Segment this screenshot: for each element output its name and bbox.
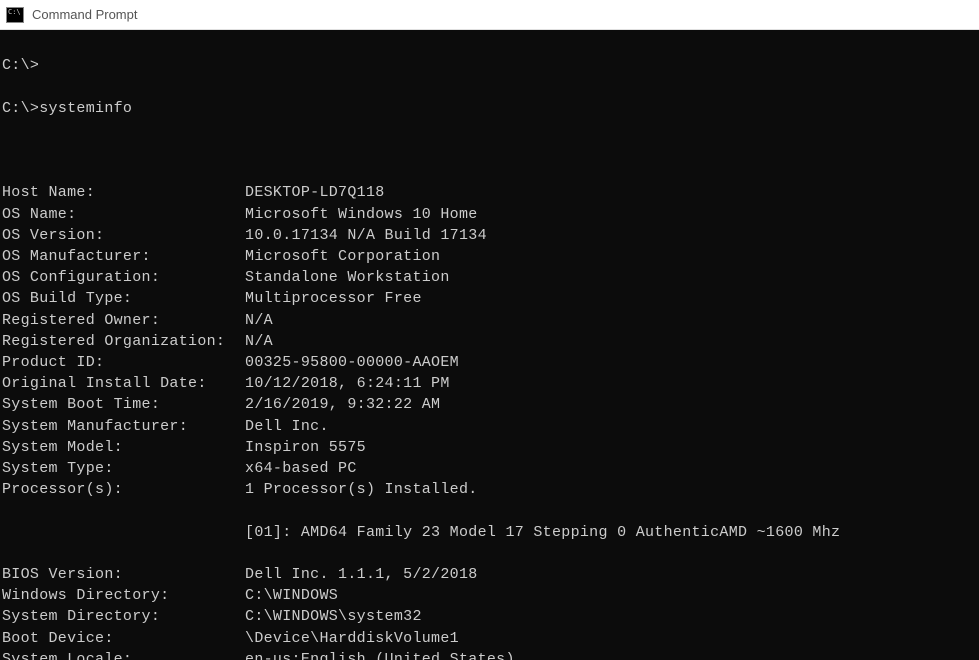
info-value: C:\WINDOWS\system32: [245, 606, 977, 627]
info-label: OS Version:: [2, 225, 245, 246]
titlebar[interactable]: Command Prompt: [0, 0, 979, 30]
info-row: OS Name:Microsoft Windows 10 Home: [2, 204, 977, 225]
info-row: System Locale:en-us;English (United Stat…: [2, 649, 977, 660]
info-value: \Device\HarddiskVolume1: [245, 628, 977, 649]
info-row: Boot Device:\Device\HarddiskVolume1: [2, 628, 977, 649]
systeminfo-rows-2: BIOS Version:Dell Inc. 1.1.1, 5/2/2018Wi…: [2, 564, 977, 660]
info-label: OS Build Type:: [2, 288, 245, 309]
info-label: System Model:: [2, 437, 245, 458]
info-row: OS Configuration:Standalone Workstation: [2, 267, 977, 288]
info-row: System Directory:C:\WINDOWS\system32: [2, 606, 977, 627]
info-label: OS Name:: [2, 204, 245, 225]
info-row: System Type:x64-based PC: [2, 458, 977, 479]
processor-detail-row: [01]: AMD64 Family 23 Model 17 Stepping …: [2, 522, 977, 543]
info-row: Original Install Date:10/12/2018, 6:24:1…: [2, 373, 977, 394]
info-row: System Boot Time:2/16/2019, 9:32:22 AM: [2, 394, 977, 415]
info-label: System Locale:: [2, 649, 245, 660]
blank-line: [2, 140, 977, 161]
prompt-line-1: C:\>: [2, 55, 39, 76]
info-row: BIOS Version:Dell Inc. 1.1.1, 5/2/2018: [2, 564, 977, 585]
info-row: OS Manufacturer:Microsoft Corporation: [2, 246, 977, 267]
info-value: DESKTOP-LD7Q118: [245, 182, 977, 203]
info-label: Processor(s):: [2, 479, 245, 500]
processor-detail: [01]: AMD64 Family 23 Model 17 Stepping …: [245, 522, 840, 543]
info-label: BIOS Version:: [2, 564, 245, 585]
info-value: Microsoft Windows 10 Home: [245, 204, 977, 225]
info-label: System Manufacturer:: [2, 416, 245, 437]
info-value: Microsoft Corporation: [245, 246, 977, 267]
info-row: Registered Organization:N/A: [2, 331, 977, 352]
info-label: System Directory:: [2, 606, 245, 627]
info-label: Original Install Date:: [2, 373, 245, 394]
info-value: 10.0.17134 N/A Build 17134: [245, 225, 977, 246]
info-value: N/A: [245, 310, 977, 331]
info-label: Windows Directory:: [2, 585, 245, 606]
window-title: Command Prompt: [32, 7, 137, 22]
info-label: Registered Owner:: [2, 310, 245, 331]
terminal-output[interactable]: C:\> C:\>systeminfo Host Name:DESKTOP-LD…: [0, 30, 979, 660]
info-row: Processor(s):1 Processor(s) Installed.: [2, 479, 977, 500]
info-value: 00325-95800-00000-AAOEM: [245, 352, 977, 373]
info-row: Registered Owner:N/A: [2, 310, 977, 331]
info-value: Multiprocessor Free: [245, 288, 977, 309]
info-value: Dell Inc.: [245, 416, 977, 437]
info-label: System Type:: [2, 458, 245, 479]
cmd-icon: [6, 7, 24, 23]
info-row: OS Version:10.0.17134 N/A Build 17134: [2, 225, 977, 246]
info-label: OS Manufacturer:: [2, 246, 245, 267]
info-label: Boot Device:: [2, 628, 245, 649]
info-value: 1 Processor(s) Installed.: [245, 479, 977, 500]
info-row: OS Build Type:Multiprocessor Free: [2, 288, 977, 309]
info-row: Product ID:00325-95800-00000-AAOEM: [2, 352, 977, 373]
prompt-prefix: C:\>: [2, 98, 39, 119]
info-value: Standalone Workstation: [245, 267, 977, 288]
info-value: Inspiron 5575: [245, 437, 977, 458]
info-row: Host Name:DESKTOP-LD7Q118: [2, 182, 977, 203]
info-label: Host Name:: [2, 182, 245, 203]
info-value: en-us;English (United States): [245, 649, 977, 660]
systeminfo-rows: Host Name:DESKTOP-LD7Q118OS Name:Microso…: [2, 182, 977, 500]
info-value: N/A: [245, 331, 977, 352]
command-text: systeminfo: [39, 98, 132, 119]
info-value: Dell Inc. 1.1.1, 5/2/2018: [245, 564, 977, 585]
info-row: Windows Directory:C:\WINDOWS: [2, 585, 977, 606]
info-value: C:\WINDOWS: [245, 585, 977, 606]
info-label: Product ID:: [2, 352, 245, 373]
info-label: OS Configuration:: [2, 267, 245, 288]
info-row: System Manufacturer:Dell Inc.: [2, 416, 977, 437]
info-label: System Boot Time:: [2, 394, 245, 415]
info-row: System Model:Inspiron 5575: [2, 437, 977, 458]
info-label: Registered Organization:: [2, 331, 245, 352]
info-value: 10/12/2018, 6:24:11 PM: [245, 373, 977, 394]
info-value: 2/16/2019, 9:32:22 AM: [245, 394, 977, 415]
info-value: x64-based PC: [245, 458, 977, 479]
